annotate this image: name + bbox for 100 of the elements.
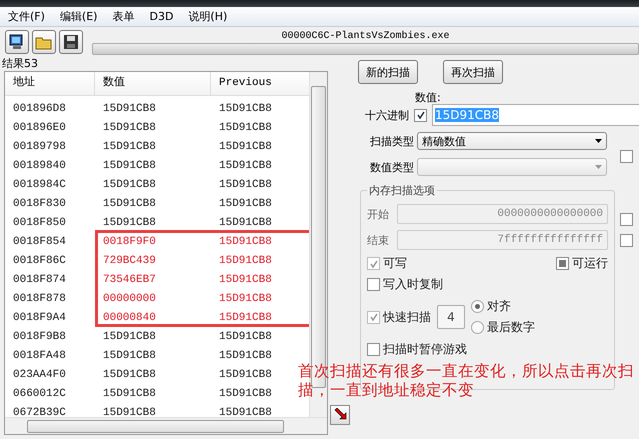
value-cell-text: 15D91CB8 bbox=[102, 406, 157, 418]
address-cell-text: 0018F86C bbox=[12, 254, 67, 266]
value-cell-text: 15D91CB8 bbox=[102, 350, 157, 362]
alignment-field[interactable]: 4 bbox=[437, 305, 465, 329]
scan-button[interactable]: 新的扫描 bbox=[358, 60, 418, 84]
pause-label: 扫描时暂停游戏 bbox=[383, 341, 467, 358]
value-cell-text: 0018F9F0 bbox=[102, 236, 157, 248]
process-button[interactable] bbox=[5, 30, 29, 54]
address-cell-text: 001896D8 bbox=[12, 102, 67, 114]
value-cell-text: 00000000 bbox=[102, 292, 157, 304]
copy-on-write-label: 写入时复制 bbox=[383, 276, 443, 293]
previous-cell-text: 15D91CB8 bbox=[218, 312, 272, 324]
previous-cell-text: 15D91CB8 bbox=[218, 140, 272, 152]
value-cell-text: 15D91CB8 bbox=[102, 198, 157, 210]
value-cell-text: 15D91CB8 bbox=[102, 160, 157, 172]
previous-cell-text: 15D91CB8 bbox=[218, 198, 272, 210]
value-cell-text: 15D91CB8 bbox=[102, 368, 157, 380]
value-cell-text: 00000840 bbox=[102, 312, 157, 324]
alignment-radio[interactable] bbox=[471, 321, 484, 334]
address-cell-text: 0018FA48 bbox=[12, 350, 67, 362]
value-cell-text: 15D91CB8 bbox=[102, 122, 157, 134]
previous-cell-text: 15D91CB8 bbox=[218, 160, 272, 172]
add-address-button[interactable] bbox=[330, 405, 350, 425]
address-cell-text: 023AA4F0 bbox=[12, 368, 67, 380]
writable-checkbox[interactable] bbox=[367, 257, 380, 270]
previous-cell-text: 15D91CB8 bbox=[218, 122, 272, 134]
pause-checkbox[interactable] bbox=[367, 343, 380, 356]
value-cell-text: 15D91CB8 bbox=[102, 140, 157, 152]
address-cell-text: 0672B39C bbox=[12, 406, 67, 418]
group-title: 内存扫描选项 bbox=[367, 183, 437, 198]
process-title: 00000C6C-PlantsVsZombies.exe bbox=[281, 30, 450, 42]
previous-cell-text: 15D91CB8 bbox=[218, 368, 272, 380]
previous-cell-text: 15D91CB8 bbox=[218, 178, 272, 190]
previous-cell-text: 15D91CB8 bbox=[218, 216, 272, 228]
copy-on-write-checkbox[interactable] bbox=[367, 278, 380, 291]
value-cell-text: 73546EB7 bbox=[102, 274, 157, 286]
alignment-radio[interactable] bbox=[471, 300, 484, 313]
save-icon bbox=[62, 33, 80, 51]
caret-icon bbox=[595, 165, 602, 169]
value-cell-text: 15D91CB8 bbox=[102, 388, 157, 400]
caret-icon bbox=[595, 139, 602, 143]
menu-item[interactable]: 编辑(E) bbox=[60, 9, 98, 24]
menu-item[interactable]: 文件(F) bbox=[8, 9, 45, 24]
alignment-label: 最后数字 bbox=[487, 319, 535, 336]
executable-checkbox[interactable] bbox=[556, 257, 569, 270]
value-cell-text: 15D91CB8 bbox=[102, 178, 157, 190]
previous-cell-text: 15D91CB8 bbox=[218, 274, 272, 286]
address-cell-text: 001896E0 bbox=[12, 122, 67, 134]
previous-cell-text: 15D91CB8 bbox=[218, 350, 272, 362]
option-checkbox[interactable] bbox=[620, 150, 633, 163]
value-cell-text: 15D91CB8 bbox=[102, 102, 157, 114]
previous-cell-text: 15D91CB8 bbox=[218, 330, 272, 342]
menu-item[interactable]: 说明(H) bbox=[188, 9, 228, 24]
result-count: 结果53 bbox=[2, 57, 39, 71]
value-label: 数值: bbox=[415, 92, 442, 104]
open-button[interactable] bbox=[32, 30, 56, 54]
value-type-dropdown[interactable] bbox=[417, 158, 607, 176]
hex-label: 十六进制 bbox=[364, 108, 409, 122]
column-header[interactable]: 地址 bbox=[5, 72, 95, 95]
hex-checkbox[interactable] bbox=[414, 108, 427, 122]
option-checkbox[interactable] bbox=[620, 213, 633, 226]
start-label: 开始 bbox=[367, 206, 390, 222]
option-checkbox[interactable] bbox=[620, 234, 633, 247]
address-cell-text: 0018984C bbox=[12, 178, 67, 190]
previous-cell-text: 15D91CB8 bbox=[218, 102, 272, 114]
end-label: 结束 bbox=[367, 232, 390, 248]
previous-cell-text: 15D91CB8 bbox=[218, 292, 272, 304]
arrow-icon bbox=[333, 408, 347, 422]
executable-label: 可运行 bbox=[572, 255, 608, 272]
address-cell-text: 0018F9A4 bbox=[12, 312, 67, 324]
scan-type-label: 扫描类型 bbox=[369, 134, 414, 148]
fast-scan-label: 快速扫描 bbox=[383, 308, 431, 326]
save-button[interactable] bbox=[59, 30, 83, 54]
previous-cell-text: 15D91CB8 bbox=[218, 388, 272, 400]
address-cell-text: 0018F850 bbox=[12, 216, 67, 228]
scan-button[interactable]: 再次扫描 bbox=[443, 60, 503, 84]
address-cell-text: 0018F878 bbox=[12, 292, 67, 304]
writable-label: 可写 bbox=[383, 255, 407, 272]
address-cell-text: 00189798 bbox=[12, 140, 67, 152]
value-type-label: 数值类型 bbox=[369, 160, 414, 174]
address-cell-text: 0018F854 bbox=[12, 236, 67, 248]
address-cell-text: 00189840 bbox=[12, 160, 67, 172]
scan-type-dropdown[interactable]: 精确数值 bbox=[417, 132, 607, 150]
annotation-note: 首次扫描还有很多一直在变化，所以点击再次扫描，一直到地址稳定不变 bbox=[298, 362, 635, 400]
value-cell-text: 15D91CB8 bbox=[102, 216, 157, 228]
alignment-label: 对齐 bbox=[487, 298, 511, 315]
address-cell-text: 0660012C bbox=[12, 388, 67, 400]
column-header[interactable]: 数值 bbox=[95, 72, 211, 95]
menu-item[interactable]: 表单 bbox=[112, 9, 134, 24]
horizontal-scrollbar[interactable] bbox=[5, 417, 327, 434]
menu-item[interactable]: D3D bbox=[149, 10, 174, 23]
previous-cell-text: 15D91CB8 bbox=[218, 406, 272, 418]
value-cell-text: 729BC439 bbox=[102, 254, 157, 266]
address-cell-text: 0018F9B8 bbox=[12, 330, 67, 342]
address-cell-text: 0018F874 bbox=[12, 274, 67, 286]
previous-cell-text: 15D91CB8 bbox=[218, 236, 272, 248]
address-cell-text: 0018F830 bbox=[12, 198, 67, 210]
value-cell-text: 15D91CB8 bbox=[102, 330, 157, 342]
fast-scan-checkbox[interactable] bbox=[367, 310, 380, 324]
previous-cell-text: 15D91CB8 bbox=[218, 254, 272, 266]
